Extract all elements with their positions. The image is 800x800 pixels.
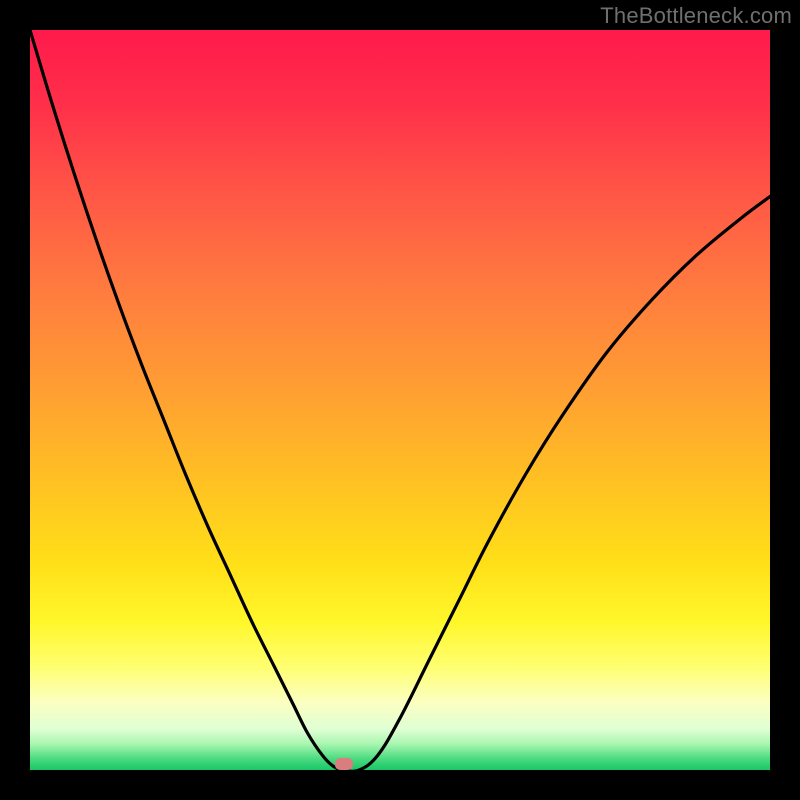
optimum-marker	[335, 758, 353, 770]
plot-area	[30, 30, 770, 770]
watermark-text: TheBottleneck.com	[600, 3, 792, 29]
chart-frame: TheBottleneck.com	[0, 0, 800, 800]
bottleneck-curve	[30, 30, 770, 770]
